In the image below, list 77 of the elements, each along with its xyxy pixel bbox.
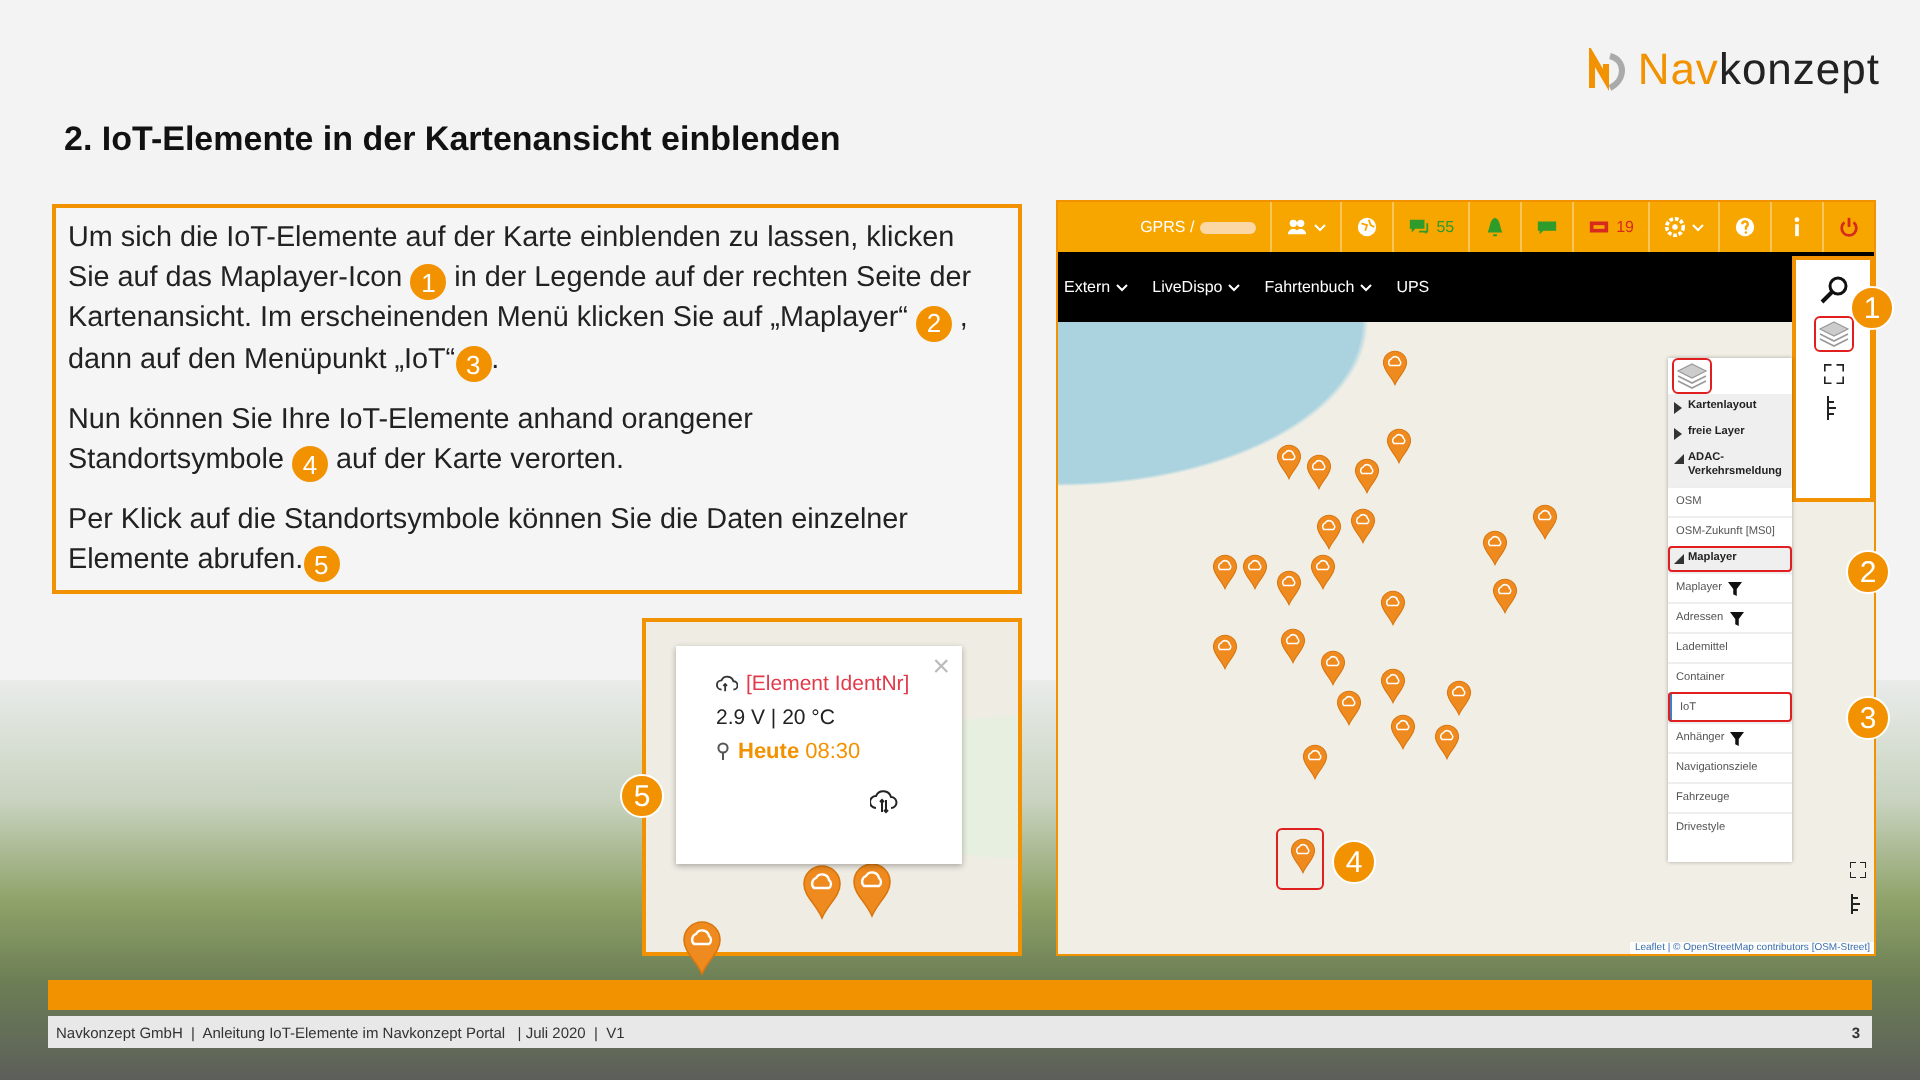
map-pin-icon[interactable] [1389,714,1416,750]
map-pin-icon[interactable] [1212,634,1239,670]
menu-link[interactable]: LiveDispo [1152,278,1241,296]
ruler-icon[interactable] [1850,894,1866,914]
map-pin-icon[interactable] [1492,577,1519,614]
map-pin-icon[interactable] [1382,350,1409,387]
help-icon[interactable] [1734,216,1756,238]
people-icon[interactable] [1286,216,1309,238]
map-pin-icon[interactable] [1482,530,1509,567]
map-pin-icon[interactable] [1319,650,1346,687]
message-count: 55 [1436,218,1455,236]
menu-link[interactable]: Extern [1064,278,1129,296]
alert-count: 19 [1616,218,1634,236]
map-pin-icon[interactable] [1279,627,1306,664]
filter-icon[interactable] [1730,731,1745,745]
chevron-down-icon [1116,283,1129,291]
instruction-paragraph: Um sich die IoT-Elemente auf der Karte einblenden zu lassen, klicken Sie auf das Maplayer-Icon 1 in der Legende auf der rechten Seite der Kartenansicht. Im erscheinenden Menü klicken Sie auf „Maplayer“ 2 , dann auf den Menüpunkt „IoT“ 3 . [68,220,974,382]
reading-text: 2.9 V | 20 °C [716,705,835,729]
filter-icon[interactable] [1728,581,1743,595]
chevron-down-icon [1692,223,1704,231]
settings-icon[interactable] [1664,216,1686,238]
power-icon[interactable] [1838,216,1860,238]
map-pin-icon[interactable] [1354,457,1380,494]
chevron-down-icon [1360,283,1373,291]
map-pin-icon[interactable] [802,864,842,920]
slide-title: 2. IoT-Elemente in der Kartenansicht einblenden [64,120,843,162]
alarm-icon[interactable] [1588,216,1611,238]
fullscreen-icon[interactable] [1823,364,1843,384]
chat-icon[interactable] [1408,216,1431,238]
globe-icon[interactable] [1356,216,1379,238]
map-pin-icon[interactable] [1212,554,1239,590]
map-pin-icon[interactable] [1309,554,1336,590]
location-pin-icon [716,741,730,761]
map-pin-icon[interactable] [1289,837,1316,874]
triangle-right-icon [1674,428,1684,440]
highlight-frame [1276,828,1324,890]
ruler-icon[interactable] [1825,396,1841,420]
map-pin-icon[interactable] [1336,690,1362,727]
logo-text: Navkonzept [1637,44,1880,96]
map-pin-icon[interactable] [1446,680,1472,717]
last-seen-text: Heute 08:30 [738,739,861,763]
map-pin-icon[interactable] [682,920,722,976]
triangle-down-icon [1674,454,1684,466]
menu-link[interactable]: UPS [1396,278,1430,296]
triangle-down-icon [1674,554,1684,566]
map-pin-icon[interactable] [1316,514,1342,550]
map-pin-icon[interactable] [1242,554,1269,590]
triangle-right-icon [1674,402,1684,414]
zoom-search-icon[interactable] [1819,276,1847,304]
map-pin-icon[interactable] [1349,507,1376,544]
callout-badge: 2 [1846,550,1890,594]
filter-icon[interactable] [1729,611,1744,625]
map-pin-icon[interactable] [852,862,892,918]
menu-link[interactable]: Fahrtenbuch [1264,278,1373,296]
account-label: GPRS / [1140,218,1195,236]
map-pin-icon[interactable] [1306,454,1332,490]
map-pin-icon[interactable] [1532,504,1559,540]
chevron-down-icon [1228,283,1241,291]
map-pin-icon[interactable] [1386,427,1412,464]
cloud-sync-icon[interactable] [870,790,898,814]
element-id-text: [Element IdentNr] [746,671,910,695]
instruction-paragraph: Nun können Sie Ihre IoT-Elemente anhand orangener Standortsymbole 4 auf der Karte verorten. [68,402,755,482]
comment-icon[interactable] [1536,216,1559,238]
map-pin-icon[interactable] [1434,724,1461,760]
callout-badge: 1 [1850,286,1894,330]
chevron-down-icon [1314,223,1327,231]
map-pin-icon[interactable] [1276,570,1302,607]
bell-icon[interactable] [1484,216,1507,238]
logo-icon [1585,48,1630,92]
map-pin-icon[interactable] [1379,590,1406,627]
map-pin-icon[interactable] [1276,444,1302,480]
map-pin-icon[interactable] [1379,667,1406,704]
cloud-icon [716,673,738,693]
blurred-text [1200,221,1257,233]
fullscreen-icon[interactable] [1850,862,1866,878]
instruction-paragraph: Per Klick auf die Standortsymbole können Sie die Daten einzelner Elemente abrufen. 5 [68,502,910,582]
map-pin-icon[interactable] [1302,744,1329,780]
